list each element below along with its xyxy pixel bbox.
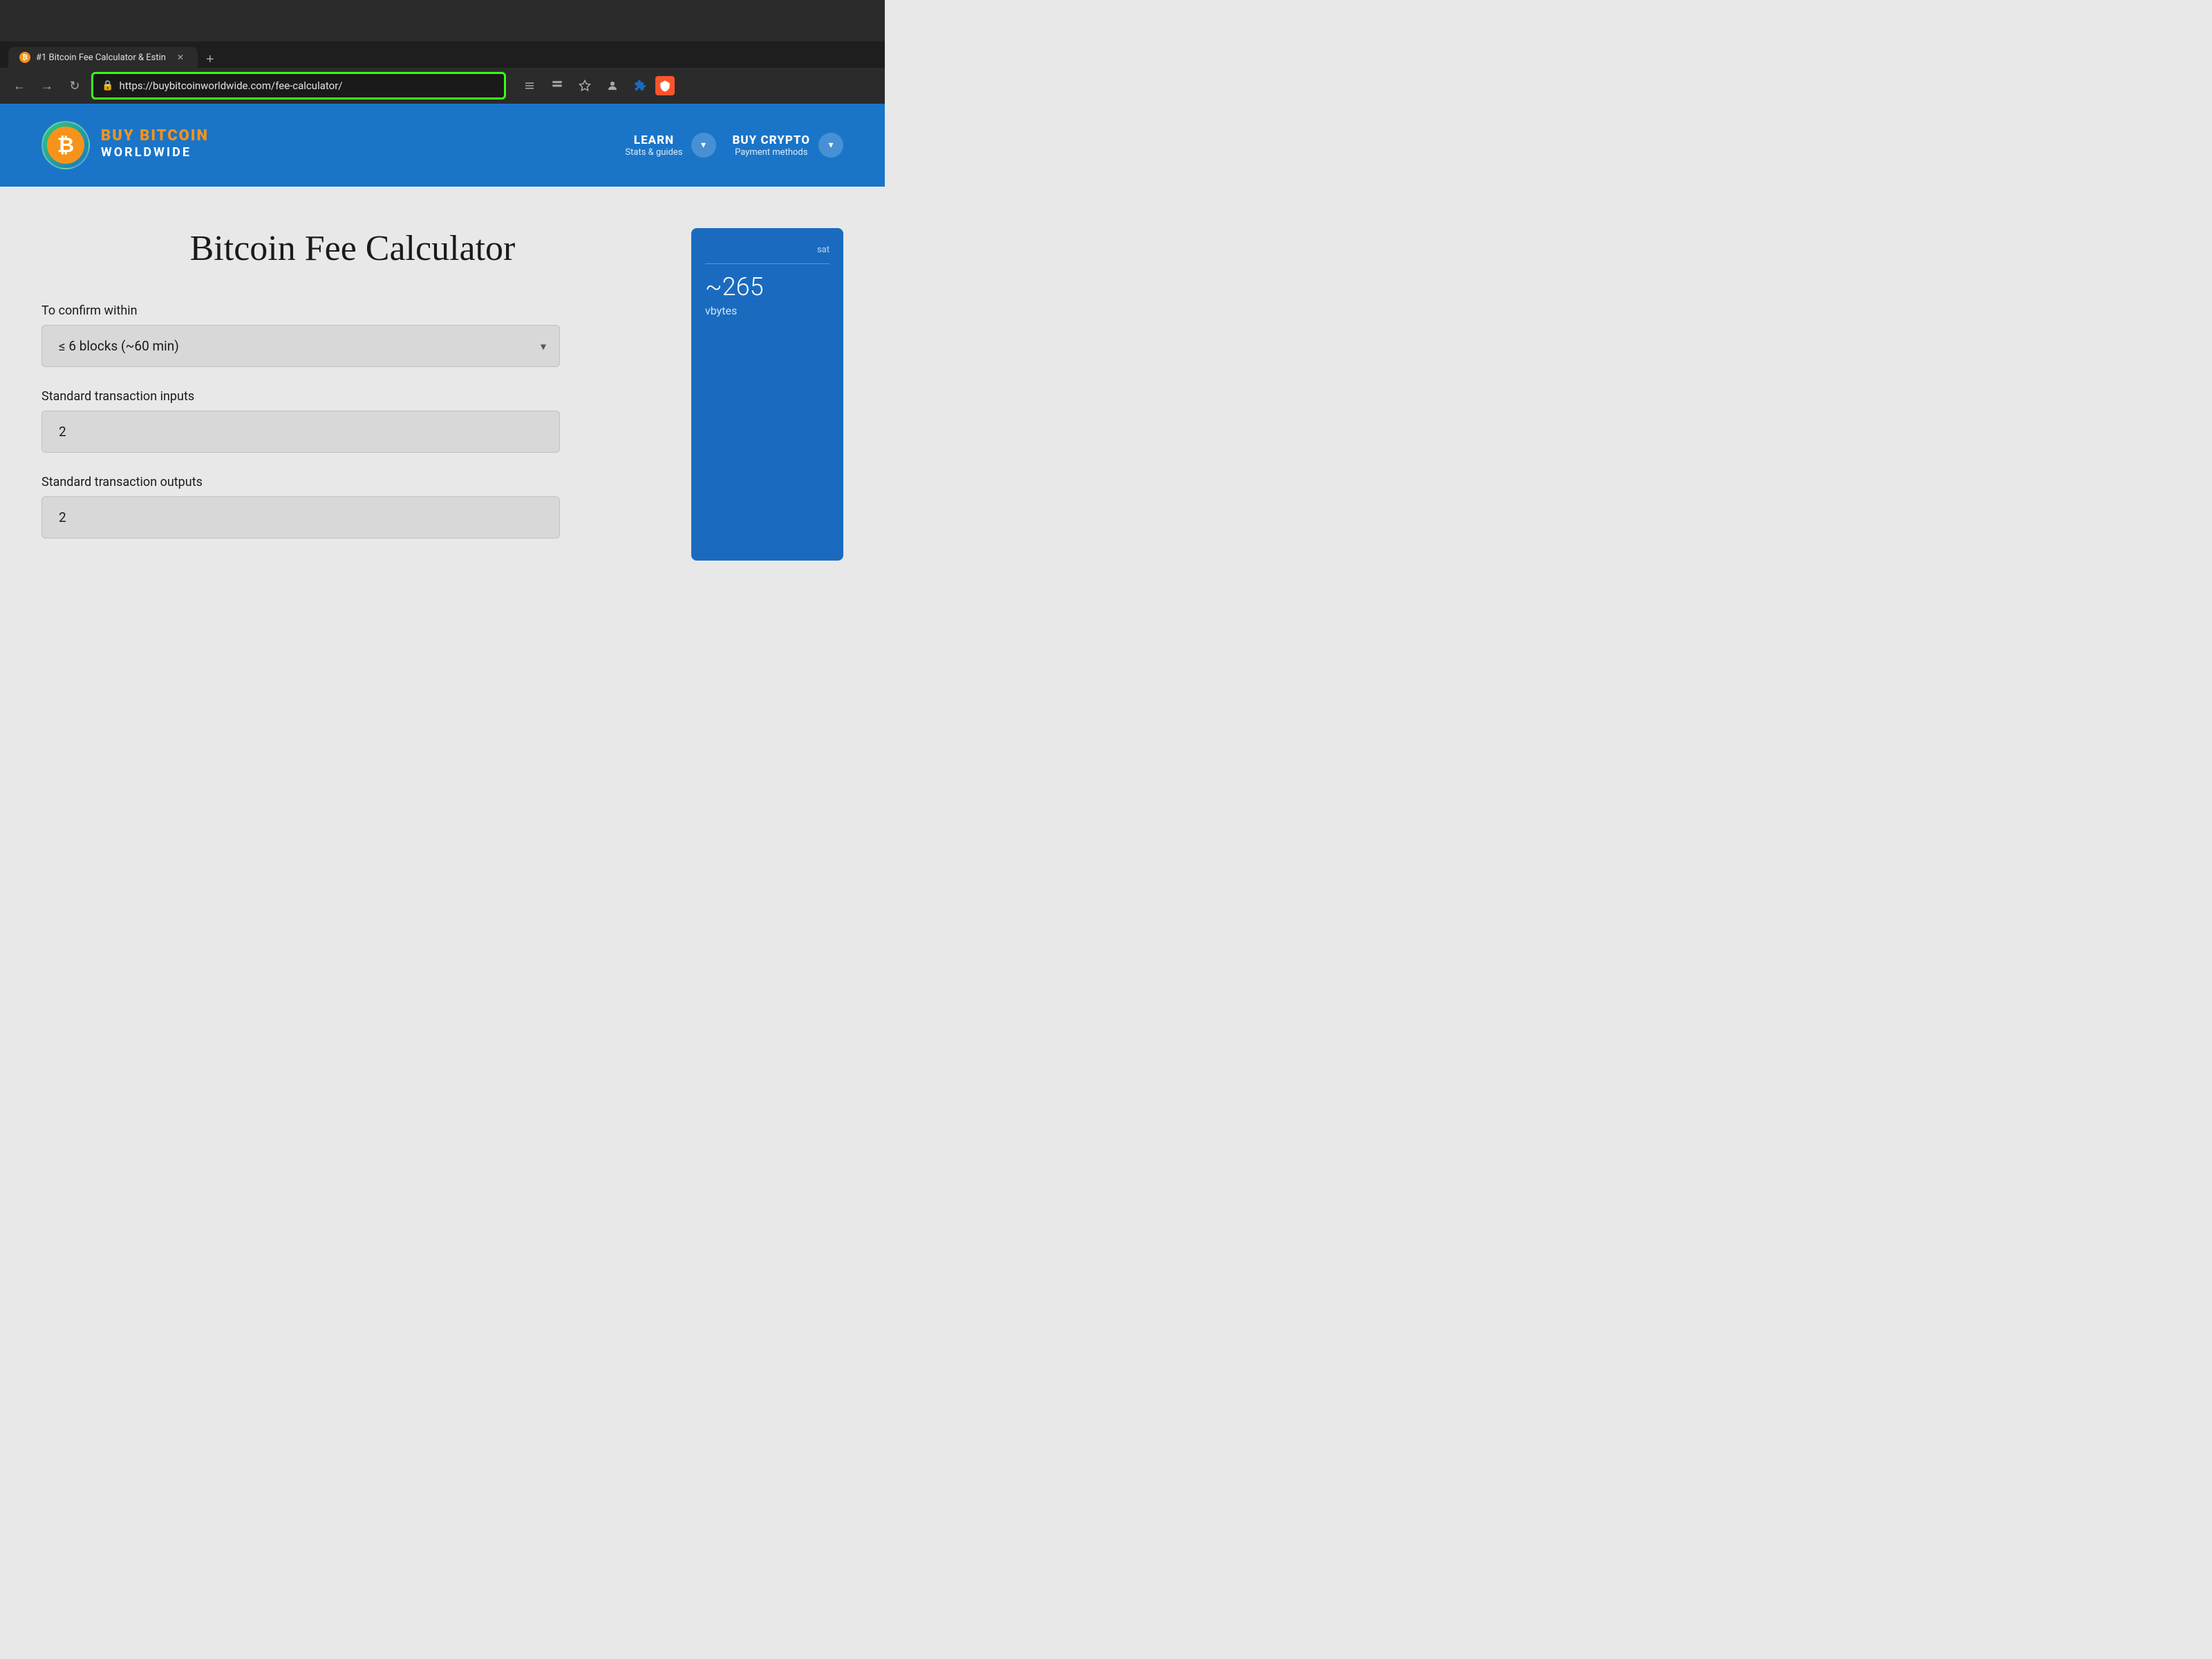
tx-inputs-label: Standard transaction inputs — [41, 389, 664, 404]
vbytes-stat: ~265 vbytes — [705, 272, 830, 317]
learn-chevron-icon[interactable]: ▾ — [691, 133, 716, 158]
nav-learn-sub: Stats & guides — [625, 147, 682, 158]
tx-outputs-label: Standard transaction outputs — [41, 475, 664, 489]
nav-menu: LEARN Stats & guides ▾ BUY CRYPTO Paymen… — [625, 133, 843, 158]
browser-title-bar — [0, 0, 885, 41]
profile-icon[interactable] — [600, 73, 625, 98]
site-logo[interactable]: ₿ BUY BITCOIN WORLDWIDE — [41, 121, 625, 169]
reload-button[interactable]: ↻ — [64, 75, 86, 97]
new-tab-button[interactable]: + — [200, 52, 220, 68]
active-tab[interactable]: ₿ #1 Bitcoin Fee Calculator & Estin ✕ — [8, 47, 198, 68]
confirm-within-label: To confirm within — [41, 303, 664, 318]
buy-chevron-icon[interactable]: ▾ — [818, 133, 843, 158]
nav-item-buy-crypto[interactable]: BUY CRYPTO Payment methods ▾ — [733, 133, 843, 158]
tx-outputs-group: Standard transaction outputs — [41, 475, 664, 538]
toolbar-icons — [517, 73, 675, 98]
vbytes-unit: vbytes — [705, 304, 830, 317]
vbytes-value: ~265 — [705, 272, 830, 301]
back-button[interactable]: ← — [8, 75, 30, 97]
forward-button[interactable]: → — [36, 75, 58, 97]
side-panel-divider — [705, 263, 830, 264]
side-panel: sat ~265 vbytes — [691, 228, 843, 561]
logo-icon: ₿ — [41, 121, 90, 169]
brave-icon[interactable] — [655, 76, 675, 95]
reader-mode-icon[interactable] — [517, 73, 542, 98]
confirm-within-select-wrapper: ≤ 1 block (~10 min) ≤ 3 blocks (~30 min)… — [41, 325, 560, 367]
extensions-icon[interactable] — [628, 73, 653, 98]
logo-text-line1: BUY BITCOIN — [101, 129, 209, 144]
tx-inputs-field[interactable] — [41, 411, 560, 453]
url-input[interactable] — [119, 79, 496, 92]
address-bar[interactable]: 🔒 — [91, 72, 506, 100]
nav-item-learn[interactable]: LEARN Stats & guides ▾ — [625, 133, 715, 158]
lock-icon: 🔒 — [102, 80, 113, 91]
reading-list-icon[interactable] — [545, 73, 570, 98]
tx-outputs-field[interactable] — [41, 496, 560, 538]
page-title: Bitcoin Fee Calculator — [41, 228, 664, 269]
sat-label: sat — [705, 245, 830, 255]
nav-buy-sub: Payment methods — [735, 147, 807, 158]
main-content: Bitcoin Fee Calculator To confirm within… — [0, 187, 885, 588]
nav-buy-main: BUY CRYPTO — [733, 133, 810, 147]
nav-learn-main: LEARN — [634, 133, 674, 147]
calculator-section: Bitcoin Fee Calculator To confirm within… — [41, 228, 664, 561]
tab-close-button[interactable]: ✕ — [174, 51, 187, 64]
nav-learn-text: LEARN Stats & guides — [625, 133, 682, 158]
logo-text-line2: WORLDWIDE — [101, 144, 209, 161]
tab-favicon: ₿ — [19, 52, 30, 63]
confirm-within-select[interactable]: ≤ 1 block (~10 min) ≤ 3 blocks (~30 min)… — [41, 325, 560, 367]
site-header: ₿ BUY BITCOIN WORLDWIDE LEARN Stats & gu… — [0, 104, 885, 187]
address-bar-row: ← → ↻ 🔒 — [0, 68, 885, 104]
tab-title: #1 Bitcoin Fee Calculator & Estin — [36, 53, 166, 63]
nav-buy-text: BUY CRYPTO Payment methods — [733, 133, 810, 158]
tx-inputs-group: Standard transaction inputs — [41, 389, 664, 453]
logo-text: BUY BITCOIN WORLDWIDE — [101, 129, 209, 161]
browser-tab-bar: ₿ #1 Bitcoin Fee Calculator & Estin ✕ + — [0, 41, 885, 68]
favorites-icon[interactable] — [572, 73, 597, 98]
bitcoin-symbol: ₿ — [47, 126, 84, 164]
confirm-within-group: To confirm within ≤ 1 block (~10 min) ≤ … — [41, 303, 664, 367]
